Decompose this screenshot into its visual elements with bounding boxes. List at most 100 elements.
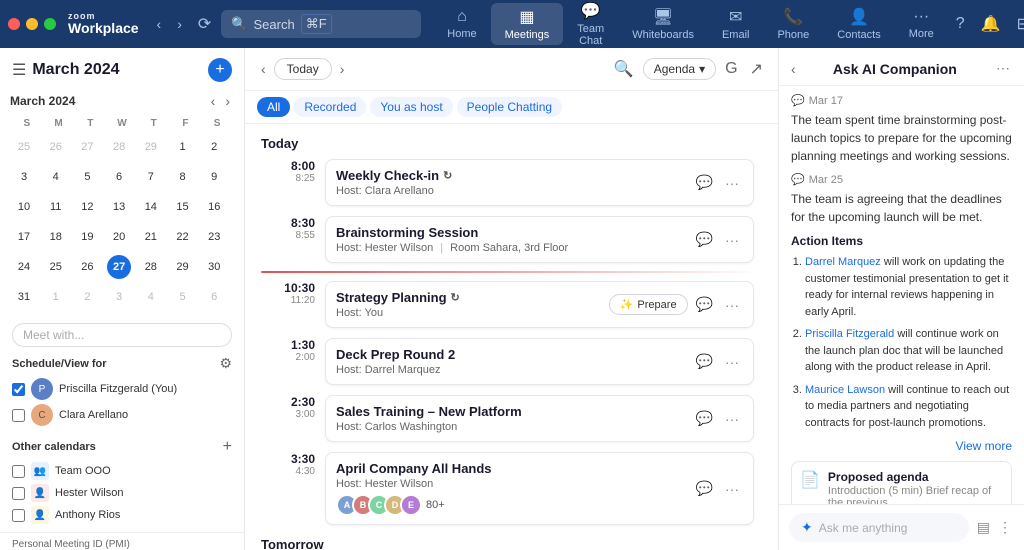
ai-settings-button[interactable]: ⋯ — [994, 58, 1012, 79]
event-more-button-2[interactable]: ··· — [721, 230, 743, 250]
cal-day-3-4[interactable]: 21 — [139, 225, 163, 249]
cal-day-0-3[interactable]: 28 — [107, 135, 131, 159]
search-events-button[interactable]: 🔍 — [611, 56, 637, 82]
nav-item-contacts[interactable]: 👤 Contacts — [823, 3, 894, 45]
cal-day-3-5[interactable]: 22 — [171, 225, 195, 249]
cal-day-4-0[interactable]: 24 — [12, 255, 36, 279]
nav-item-team-chat[interactable]: 💬 Team Chat — [563, 0, 618, 51]
prev-day-button[interactable]: ‹ — [257, 59, 270, 79]
cal-day-3-3[interactable]: 20 — [107, 225, 131, 249]
ai-action-name-3[interactable]: Maurice Lawson — [805, 384, 885, 396]
event-chat-button-1[interactable]: 💬 — [692, 172, 717, 193]
hester-checkbox[interactable] — [12, 487, 25, 500]
cal-day-1-4[interactable]: 7 — [139, 165, 163, 189]
cal-day-4-1[interactable]: 25 — [44, 255, 68, 279]
cal-day-2-0[interactable]: 10 — [12, 195, 36, 219]
cal-day-3-1[interactable]: 18 — [44, 225, 68, 249]
next-day-button[interactable]: › — [336, 59, 349, 79]
cal-day-5-4[interactable]: 4 — [139, 285, 163, 309]
view-selector-button[interactable]: Agenda ▾ — [643, 58, 716, 80]
minimize-button[interactable] — [26, 18, 38, 30]
cal-day-2-5[interactable]: 15 — [171, 195, 195, 219]
event-card-strategy[interactable]: Strategy Planning ↻ Host: You ✨ Prepare … — [325, 281, 754, 328]
cal-day-5-1[interactable]: 1 — [44, 285, 68, 309]
event-chat-button-4[interactable]: 💬 — [692, 351, 717, 372]
search-bar[interactable]: 🔍 Search ⌘F — [221, 10, 421, 38]
nav-item-meetings[interactable]: ▦ Meetings — [491, 3, 564, 45]
schedule-settings-button[interactable]: ⚙ — [219, 355, 232, 372]
cal-day-4-5[interactable]: 29 — [171, 255, 195, 279]
nav-item-phone[interactable]: 📞 Phone — [763, 3, 823, 45]
layout-button[interactable]: ⊟ — [1013, 10, 1024, 38]
event-more-button-6[interactable]: ··· — [721, 479, 743, 499]
event-more-button-1[interactable]: ··· — [721, 173, 743, 193]
nav-item-more[interactable]: ··· More — [895, 4, 948, 44]
cal-day-3-0[interactable]: 17 — [12, 225, 36, 249]
cal-day-4-4[interactable]: 28 — [139, 255, 163, 279]
filter-tab-people-chatting[interactable]: People Chatting — [457, 97, 562, 117]
cal-day-1-2[interactable]: 5 — [75, 165, 99, 189]
cal-day-1-1[interactable]: 4 — [44, 165, 68, 189]
cal-day-3-2[interactable]: 19 — [75, 225, 99, 249]
priscilla-checkbox[interactable] — [12, 383, 25, 396]
filter-tab-recorded[interactable]: Recorded — [294, 97, 366, 117]
filter-tab-you-as-host[interactable]: You as host — [370, 97, 452, 117]
cal-day-0-6[interactable]: 2 — [202, 135, 226, 159]
team-ooo-checkbox[interactable] — [12, 465, 25, 478]
mini-cal-prev-button[interactable]: ‹ — [207, 92, 220, 110]
cal-day-2-4[interactable]: 14 — [139, 195, 163, 219]
cal-day-5-6[interactable]: 6 — [202, 285, 226, 309]
cal-day-5-3[interactable]: 3 — [107, 285, 131, 309]
event-more-button-3[interactable]: ··· — [721, 295, 743, 315]
cal-day-1-6[interactable]: 9 — [202, 165, 226, 189]
event-more-button-4[interactable]: ··· — [721, 352, 743, 372]
ai-card-agenda[interactable]: 📄 Proposed agenda Introduction (5 min) B… — [791, 461, 1012, 504]
cal-day-1-3[interactable]: 6 — [107, 165, 131, 189]
add-calendar-button[interactable]: + — [223, 438, 232, 456]
external-link-button[interactable]: ↗ — [747, 56, 766, 82]
cal-day-1-5[interactable]: 8 — [171, 165, 195, 189]
close-button[interactable] — [8, 18, 20, 30]
anthony-checkbox[interactable] — [12, 509, 25, 522]
filter-tab-all[interactable]: All — [257, 97, 290, 117]
cal-day-5-2[interactable]: 2 — [75, 285, 99, 309]
cal-day-4-3[interactable]: 27 — [107, 255, 131, 279]
event-card-sales-training[interactable]: Sales Training – New Platform Host: Carl… — [325, 395, 754, 442]
nav-item-home[interactable]: ⌂ Home — [433, 4, 490, 44]
cal-day-0-5[interactable]: 1 — [171, 135, 195, 159]
cal-day-0-2[interactable]: 27 — [75, 135, 99, 159]
notifications-button[interactable]: 🔔 — [977, 10, 1005, 38]
event-card-all-hands[interactable]: April Company All Hands Host: Hester Wil… — [325, 452, 754, 525]
help-button[interactable]: ? — [952, 11, 969, 37]
view-more-button[interactable]: View more — [791, 439, 1012, 453]
ai-compose-button[interactable]: ▤ — [975, 517, 992, 538]
ai-filter-button[interactable]: ⋮ — [996, 517, 1014, 538]
clara-checkbox[interactable] — [12, 409, 25, 422]
ai-back-button[interactable]: ‹ — [791, 61, 796, 77]
cal-day-2-3[interactable]: 13 — [107, 195, 131, 219]
cal-day-0-0[interactable]: 25 — [12, 135, 36, 159]
ai-input-area[interactable]: ✦ Ask me anything — [789, 513, 969, 542]
mini-cal-next-button[interactable]: › — [221, 92, 234, 110]
google-sync-button[interactable]: G — [722, 57, 740, 81]
cal-day-2-2[interactable]: 12 — [75, 195, 99, 219]
nav-item-whiteboards[interactable]: 🖥 Whiteboards — [618, 3, 708, 45]
cal-day-2-6[interactable]: 16 — [202, 195, 226, 219]
add-event-button[interactable]: + — [208, 58, 232, 82]
prepare-button-strategy[interactable]: ✨ Prepare — [609, 294, 688, 315]
cal-day-0-4[interactable]: 29 — [139, 135, 163, 159]
cal-day-1-0[interactable]: 3 — [12, 165, 36, 189]
nav-history-button[interactable]: ⟳ — [192, 10, 217, 38]
cal-day-0-1[interactable]: 26 — [44, 135, 68, 159]
ai-action-name-1[interactable]: Darrel Marquez — [805, 256, 881, 268]
cal-day-3-6[interactable]: 23 — [202, 225, 226, 249]
event-more-button-5[interactable]: ··· — [721, 409, 743, 429]
today-button[interactable]: Today — [274, 58, 332, 80]
cal-day-4-2[interactable]: 26 — [75, 255, 99, 279]
maximize-button[interactable] — [44, 18, 56, 30]
event-card-deck-prep[interactable]: Deck Prep Round 2 Host: Darrel Marquez 💬… — [325, 338, 754, 385]
event-chat-button-6[interactable]: 💬 — [692, 478, 717, 499]
cal-day-2-1[interactable]: 11 — [44, 195, 68, 219]
event-card-weekly-checkin[interactable]: Weekly Check-in ↻ Host: Clara Arellano 💬… — [325, 159, 754, 206]
ai-action-name-2[interactable]: Priscilla Fitzgerald — [805, 328, 894, 340]
